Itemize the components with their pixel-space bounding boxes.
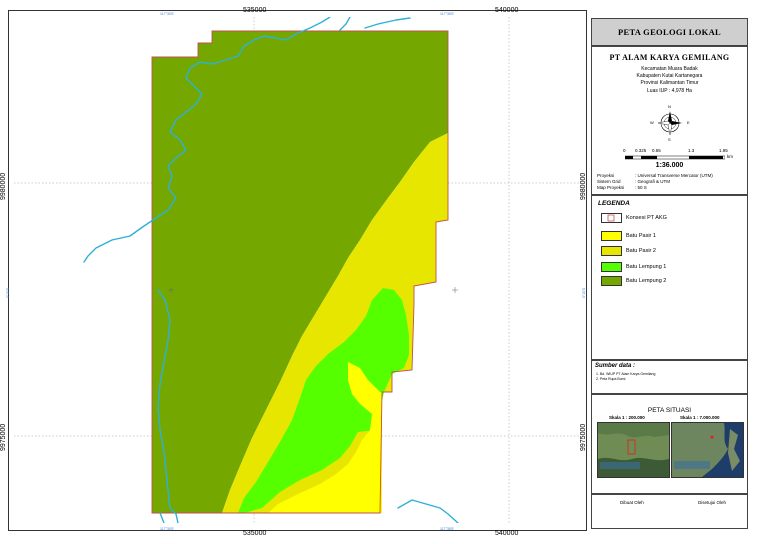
small-label-bottom-right: 117°35'E [440,527,454,531]
legend-swatch-batu-lempung-1 [601,262,622,272]
grid-system-value: : Geografi & UTM [635,179,671,184]
grid-label-easting-2-bottom: 540000 [495,530,519,537]
compass-n: N [668,104,671,109]
source-panel: Sumber data : 1. Bd. WIUP PT Alam Karya … [591,360,748,394]
scale-unit: km [727,154,733,159]
river-small-left [159,512,165,523]
compass-w: W [650,120,654,125]
river-branch-top [339,17,351,31]
small-label-top-right: 117°35'E [440,12,454,16]
inset-map-local [597,422,670,478]
small-label-bottom-left: 117°30'E [160,527,174,531]
grid-label-easting-2-top: 540000 [495,7,519,14]
inset-right-scale: Skala 1 : 7.000.000 [680,415,720,420]
situation-map-panel: PETA SITUASI Skala 1 : 200.000 Skala 1 :… [591,394,748,494]
grid-label-northing-1-left: 9980000 [0,172,7,200]
location-line-1: Kecamatan Muara Badak [641,66,698,72]
signature-made-by: Dibuat Oleh [620,500,644,505]
scale-tick-1: 0.325 [635,148,647,153]
inset-map-regional [671,422,744,478]
inset-left-scale: Skala 1 : 200.000 [609,415,645,420]
scale-ratio: 1:36.000 [655,162,684,169]
legend-title: LEGENDA [598,200,630,207]
map-title: PETA GEOLOGI LOKAL [617,27,721,37]
legend-label-batu-pasir-2: Batu Pasir 2 [626,248,656,254]
company-name: PT ALAM KARYA GEMILANG [609,53,730,62]
legend-panel: LEGENDA Konsesi PT AKG Batu Pasir 1 Batu… [591,195,748,360]
legend-swatch-batu-pasir-2 [601,246,622,256]
location-line-2: Kabupaten Kutai Kartanegara [636,73,703,79]
projection-value: : Universal Transverse Mercator (UTM) [635,173,713,178]
location-line-3: Provinsi Kalimantan Timur [640,80,699,86]
grid-label-northing-2-left: 9975000 [0,423,7,451]
grid-label-northing-2-right: 9975000 [580,423,587,451]
area-line: Luas IUP : 4,978 Ha [647,88,692,94]
legend-item-konsesi: Konsesi PT AKG [601,213,667,223]
legend-item-batu-lempung-2: Batu Lempung 2 [601,276,666,286]
map-projection-row: Map Proyeksi : 50 S [597,185,647,190]
small-label-left-mid: 0°10'S [6,287,10,298]
scale-tick-4: 1.95 [719,148,728,153]
signature-panel: Dibuat Oleh Disetujui Oleh [591,494,748,529]
compass-rose-icon [657,111,682,136]
grid-system-key: Sistem Grid [597,179,621,184]
legend-label-batu-lempung-2: Batu Lempung 2 [626,278,667,284]
legend-swatch-konsesi [601,213,622,223]
geology-map [14,17,581,523]
river-branch-right [364,17,411,29]
projection-row: Proyeksi : Universal Transverse Mercator … [597,173,713,178]
scale-tick-2: 0.65 [652,148,661,153]
grid-label-easting-1-bottom: 535000 [243,530,267,537]
legend-swatch-batu-lempung-2 [601,276,622,286]
scale-tick-3: 1.3 [688,148,695,153]
grid-system-row: Sistem Grid : Geografi & UTM [597,179,670,184]
source-line-2: 2. Peta Rupa Bumi [596,377,626,381]
legend-label-konsesi: Konsesi PT AKG [626,215,667,221]
source-line-1: 1. Bd. WIUP PT Alam Karya Gemilang [596,372,656,376]
info-panel: PT ALAM KARYA GEMILANG Kecamatan Muara B… [591,46,748,195]
signature-approved-by: Disetujui Oleh [698,500,727,505]
legend-item-batu-pasir-2: Batu Pasir 2 [601,246,656,256]
projection-key: Proyeksi [597,173,615,178]
map-projection-value: : 50 S [635,185,647,190]
situation-title: PETA SITUASI [647,407,692,414]
small-label-right-mid: 0°10'S [582,287,586,298]
grid-label-easting-1-top: 535000 [243,7,267,14]
compass-s: S [668,137,671,142]
small-label-top-left: 117°30'E [160,12,174,16]
map-title-panel: PETA GEOLOGI LOKAL [591,18,748,46]
map-projection-key: Map Proyeksi [597,185,625,190]
grid-label-northing-1-right: 9980000 [580,172,587,200]
scale-bar [625,155,725,160]
legend-label-batu-lempung-1: Batu Lempung 1 [626,264,667,270]
scale-tick-0: 0 [623,148,626,153]
legend-item-batu-pasir-1: Batu Pasir 1 [601,231,656,241]
legend-label-batu-pasir-1: Batu Pasir 1 [626,233,656,239]
source-title: Sumber data : [595,363,636,369]
legend-swatch-batu-pasir-1 [601,231,622,241]
legend-item-batu-lempung-1: Batu Lempung 1 [601,262,666,272]
river-southeast [397,499,459,523]
compass-e: E [687,120,690,125]
